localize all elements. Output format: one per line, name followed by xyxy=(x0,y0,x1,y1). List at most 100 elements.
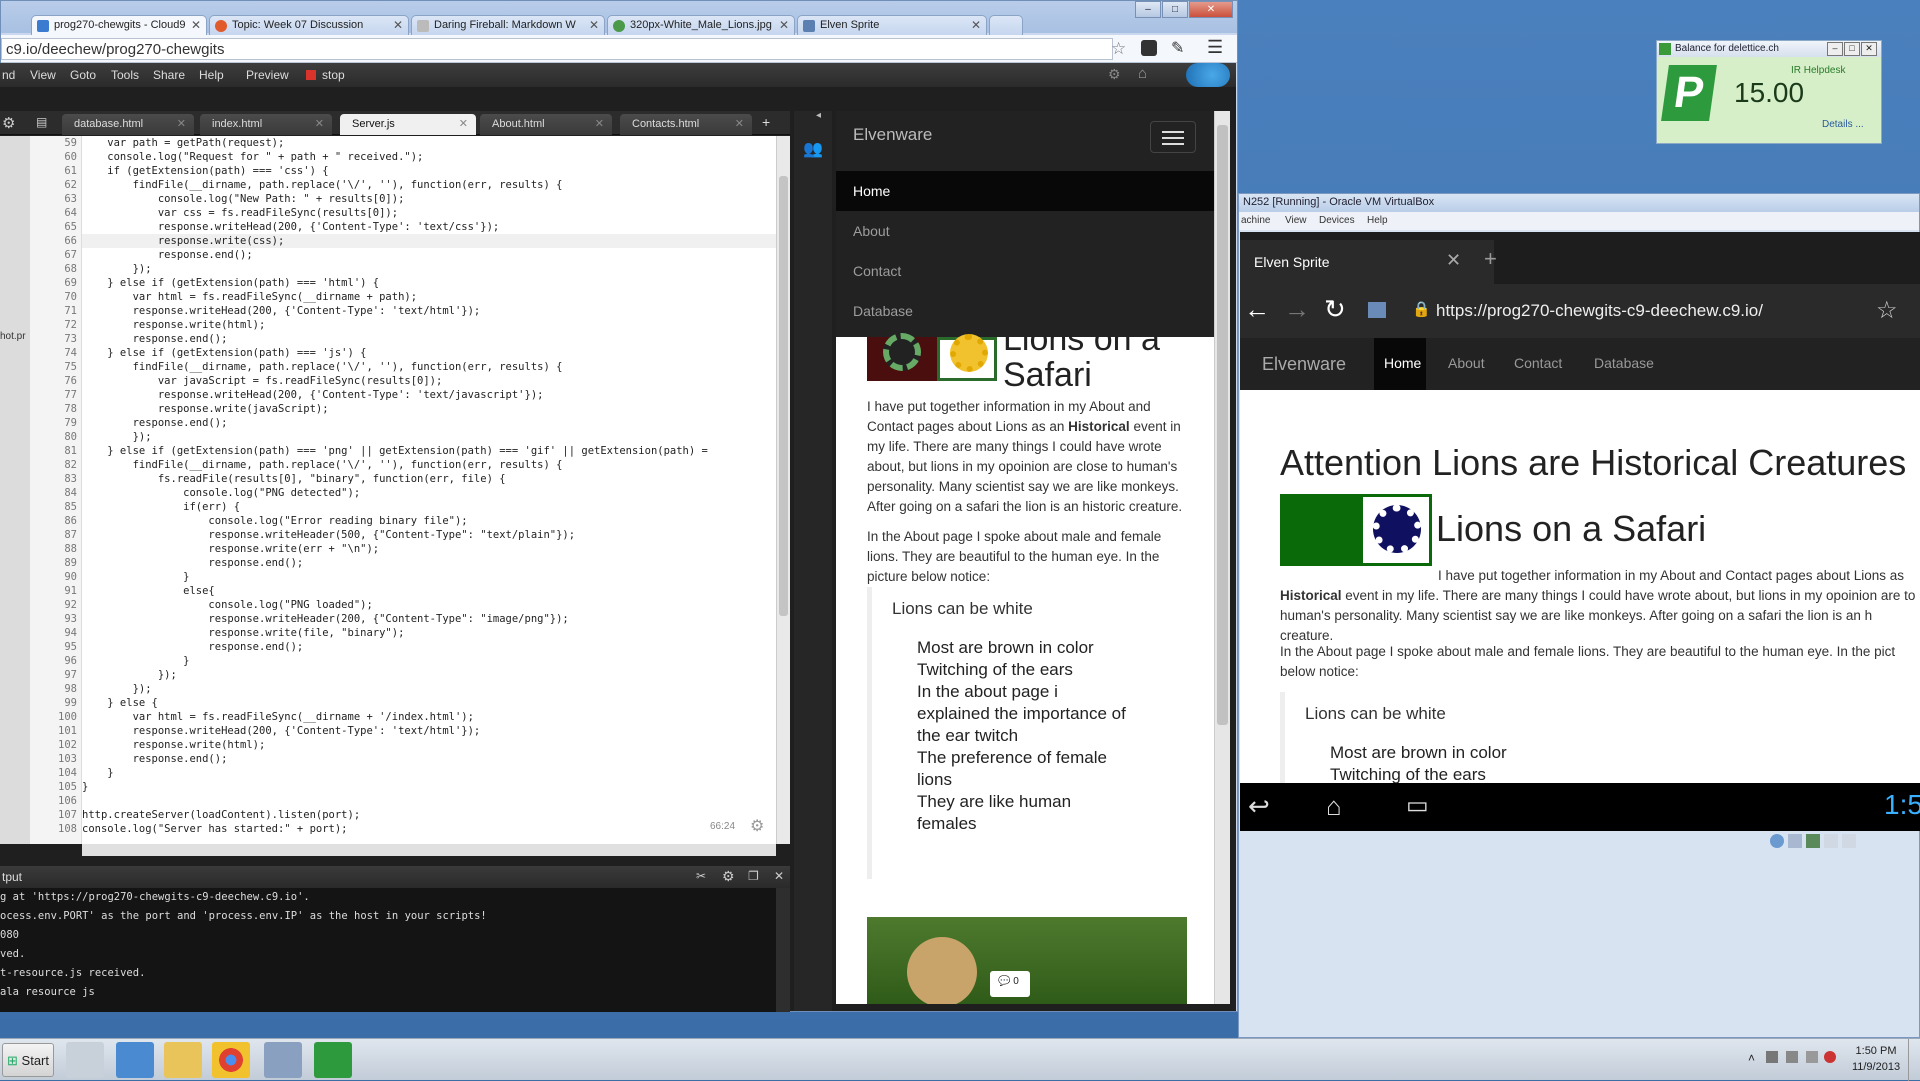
minimize-button[interactable]: – xyxy=(1827,42,1843,56)
chrome-icon[interactable] xyxy=(212,1042,250,1078)
menu-item[interactable]: View xyxy=(1285,215,1307,226)
close-icon[interactable]: ✕ xyxy=(779,18,789,32)
settings-icon[interactable]: ⚙ xyxy=(2,114,15,132)
url-field[interactable]: c9.io/deechew/prog270-chewgits xyxy=(1,38,1113,60)
android-url[interactable]: https://prog270-chewgits-c9-deechew.c9.i… xyxy=(1436,301,1763,321)
preview-scrollbar[interactable] xyxy=(1214,111,1230,1004)
nav-item-about[interactable]: About xyxy=(1448,355,1485,371)
menu-item[interactable]: Devices xyxy=(1319,215,1355,226)
close-icon[interactable]: ✕ xyxy=(735,117,744,130)
network-icon[interactable] xyxy=(1786,1051,1798,1063)
nav-item-contact[interactable]: Contact xyxy=(853,263,901,279)
menu-item[interactable]: nd xyxy=(2,68,15,82)
star-icon[interactable]: ☆ xyxy=(1111,39,1126,59)
reload-icon[interactable]: ↻ xyxy=(1324,294,1346,325)
close-icon[interactable]: ✕ xyxy=(589,18,599,32)
menu-item[interactable]: View xyxy=(30,68,56,82)
close-icon[interactable]: ✕ xyxy=(1446,250,1461,271)
disk-icon[interactable] xyxy=(1770,834,1784,848)
menu-item[interactable]: Tools xyxy=(111,68,139,82)
taskbar-app-icon[interactable] xyxy=(66,1042,104,1078)
scroll-thumb[interactable] xyxy=(779,176,788,616)
extension-icon[interactable] xyxy=(1141,40,1157,56)
security-icon[interactable] xyxy=(1824,1051,1836,1063)
maximize-icon[interactable]: ❐ xyxy=(748,869,759,883)
close-icon[interactable]: ✕ xyxy=(177,117,186,130)
menu-item[interactable]: Help xyxy=(199,68,224,82)
add-tab-icon[interactable]: + xyxy=(762,114,770,130)
menu-icon[interactable]: ☰ xyxy=(1207,37,1223,58)
editor-tab[interactable]: About.html ✕ xyxy=(480,114,612,135)
show-desktop-button[interactable] xyxy=(1908,1039,1920,1081)
project-file-label[interactable]: hot.pr xyxy=(0,331,26,342)
collapse-icon[interactable]: ◂ xyxy=(816,110,821,121)
menu-item[interactable]: achine xyxy=(1241,215,1270,226)
close-icon[interactable]: ✕ xyxy=(459,117,468,130)
close-button[interactable]: ✕ xyxy=(1189,1,1233,18)
nav-item-database[interactable]: Database xyxy=(1594,355,1654,371)
network-icon[interactable] xyxy=(1806,834,1820,848)
close-icon[interactable]: ✕ xyxy=(315,117,324,130)
powershell-icon[interactable] xyxy=(116,1042,154,1078)
gear-icon[interactable]: ⚙ xyxy=(750,816,764,836)
nav-item-home[interactable]: Home xyxy=(1374,338,1426,390)
browser-tab[interactable]: 320px-White_Male_Lions.jpg ✕ xyxy=(607,15,795,35)
horizontal-scrollbar[interactable] xyxy=(82,844,776,856)
browser-tab[interactable]: Daring Fireball: Markdown W ✕ xyxy=(411,15,605,35)
browser-tab[interactable]: Elven Sprite ✕ xyxy=(1240,240,1494,284)
maximize-button[interactable]: □ xyxy=(1844,42,1860,56)
scroll-thumb[interactable] xyxy=(1217,125,1228,725)
editor-tab-active[interactable]: Server.js ✕ xyxy=(340,114,476,135)
nav-item-database[interactable]: Database xyxy=(853,303,913,319)
cloud9-logo-icon[interactable] xyxy=(1186,63,1230,87)
code-editor[interactable]: var path = getPath(request); console.log… xyxy=(82,136,776,844)
close-button[interactable]: ✕ xyxy=(1861,42,1877,56)
close-icon[interactable]: ✕ xyxy=(191,18,201,32)
details-link[interactable]: Details ... xyxy=(1822,119,1864,130)
stop-button[interactable]: stop xyxy=(322,68,345,82)
close-icon[interactable]: ✕ xyxy=(774,869,784,883)
browser-tab[interactable]: Topic: Week 07 Discussion ✕ xyxy=(209,15,409,35)
editor-tab[interactable]: Contacts.html ✕ xyxy=(620,114,752,135)
close-icon[interactable]: ✕ xyxy=(393,18,403,32)
optical-icon[interactable] xyxy=(1788,834,1802,848)
close-icon[interactable]: ✕ xyxy=(971,18,981,32)
gear-icon[interactable]: ⚙ xyxy=(722,868,735,885)
folder-icon[interactable] xyxy=(164,1042,202,1078)
p-app-icon[interactable] xyxy=(314,1042,352,1078)
usb-icon[interactable] xyxy=(1824,834,1838,848)
back-icon[interactable]: ↩ xyxy=(1248,791,1270,822)
nav-item-home[interactable]: Home xyxy=(836,171,1214,211)
preview-button[interactable]: Preview xyxy=(246,68,289,82)
flag-icon[interactable] xyxy=(1766,1051,1778,1063)
menu-item[interactable]: Share xyxy=(153,68,185,82)
new-tab-button[interactable] xyxy=(989,15,1023,35)
tray-expand-icon[interactable]: ˄ xyxy=(1748,1051,1755,1065)
maximize-button[interactable]: □ xyxy=(1162,1,1188,18)
editor-tab[interactable]: database.html ✕ xyxy=(62,114,194,135)
forward-icon[interactable]: → xyxy=(1284,294,1310,325)
editor-scrollbar[interactable] xyxy=(776,136,790,844)
site-brand[interactable]: Elvenware xyxy=(1262,354,1346,375)
clock-date[interactable]: 11/9/2013 xyxy=(1846,1061,1906,1073)
new-tab-icon[interactable]: + xyxy=(1484,246,1497,272)
nav-item-contact[interactable]: Contact xyxy=(1514,355,1562,371)
hamburger-button[interactable] xyxy=(1150,121,1196,153)
home-icon[interactable]: ⌂ xyxy=(1138,65,1147,82)
close-icon[interactable]: ✕ xyxy=(595,117,604,130)
clear-icon[interactable]: ✂ xyxy=(696,869,706,883)
menu-item[interactable]: Help xyxy=(1367,215,1388,226)
virtualbox-icon[interactable] xyxy=(264,1042,302,1078)
home-icon[interactable]: ⌂ xyxy=(1326,791,1342,822)
wrench-icon[interactable]: ✎ xyxy=(1171,38,1184,58)
menu-item[interactable]: Goto xyxy=(70,68,96,82)
browser-tab[interactable]: prog270-chewgits - Cloud9 ✕ xyxy=(31,15,207,35)
volume-icon[interactable] xyxy=(1806,1051,1818,1063)
comment-badge[interactable]: 💬 0 xyxy=(990,971,1030,997)
recent-apps-icon[interactable]: ▭ xyxy=(1406,791,1429,820)
browser-tab[interactable]: Elven Sprite ✕ xyxy=(797,15,987,35)
editor-tab[interactable]: index.html ✕ xyxy=(200,114,332,135)
collaborators-icon[interactable]: 👥 xyxy=(803,139,823,159)
clock-time[interactable]: 1:50 PM xyxy=(1846,1045,1906,1057)
back-icon[interactable]: ← xyxy=(1244,294,1270,325)
